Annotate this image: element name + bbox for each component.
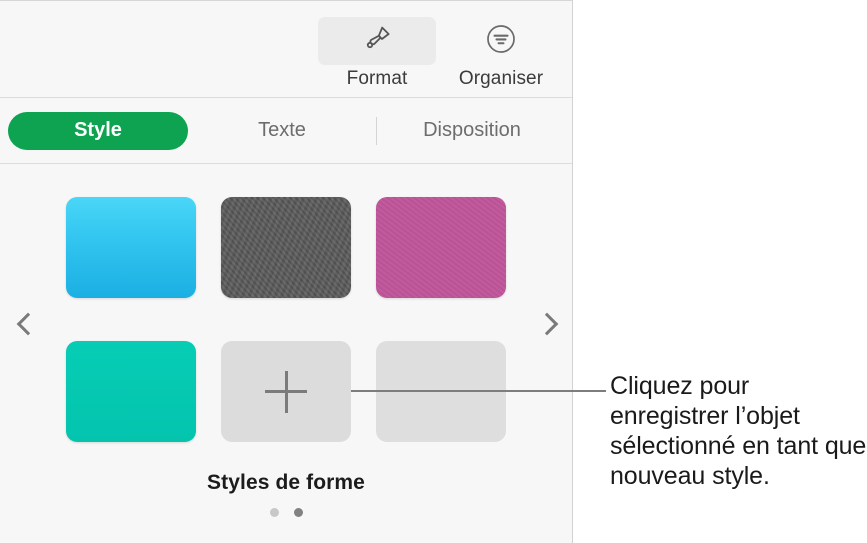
toolbar-label-format: Format	[346, 68, 408, 89]
shape-styles-gallery	[0, 165, 572, 465]
gallery-footer: Styles de forme	[0, 471, 572, 517]
tab-texte[interactable]: Texte	[188, 112, 376, 150]
style-swatch-pink[interactable]	[376, 197, 506, 298]
tab-disposition[interactable]: Disposition	[377, 112, 567, 150]
align-circle-icon	[485, 23, 517, 60]
organiser-icon-box	[442, 17, 560, 65]
inspector-tab-bar: Style Texte Disposition	[0, 98, 572, 164]
chevron-left-icon	[16, 312, 40, 336]
tab-style[interactable]: Style	[8, 111, 188, 150]
toolbar-button-group: Format Organiser	[318, 1, 560, 90]
format-inspector-panel: Format Organiser Style Texte Disposition…	[0, 0, 573, 543]
gallery-prev-button[interactable]	[8, 306, 44, 342]
style-swatch-teal[interactable]	[66, 341, 196, 442]
paintbrush-icon	[360, 22, 394, 61]
screenshot-root: Format Organiser Style Texte Disposition…	[0, 0, 867, 543]
toolbar-label-organiser: Organiser	[458, 68, 544, 89]
toolbar-button-organiser[interactable]: Organiser	[442, 1, 560, 90]
page-dot-2[interactable]	[293, 508, 303, 517]
chevron-right-icon	[535, 312, 559, 336]
gallery-page-dots	[0, 508, 572, 517]
style-swatch-blue[interactable]	[66, 197, 196, 298]
shape-styles-grid	[66, 197, 506, 442]
style-swatch-dark-gray[interactable]	[221, 197, 351, 298]
callout-text: Cliquez pour enregistrer l’objet sélecti…	[610, 372, 867, 490]
callout-leader-line	[351, 390, 606, 392]
page-dot-1[interactable]	[269, 508, 279, 517]
gallery-next-button[interactable]	[531, 306, 567, 342]
plus-icon	[265, 370, 307, 413]
toolbar-button-format[interactable]: Format	[318, 1, 436, 90]
add-style-button[interactable]	[221, 341, 351, 442]
inspector-toolbar: Format Organiser	[0, 1, 572, 98]
panel-title: Styles de forme	[207, 471, 365, 494]
format-icon-box	[318, 17, 436, 65]
